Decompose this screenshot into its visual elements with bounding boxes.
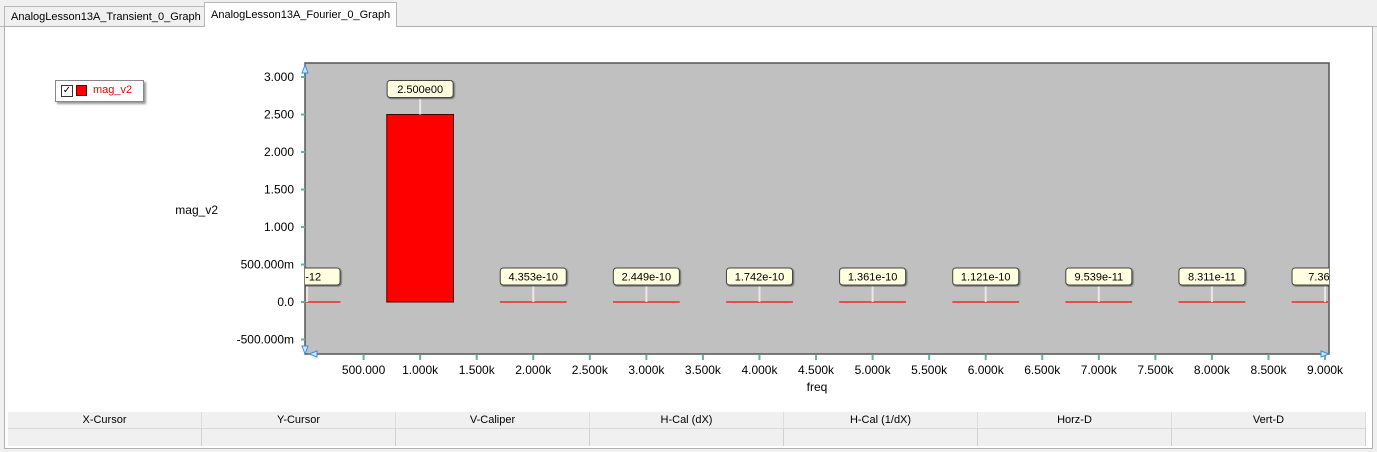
data-label: 1.121e-10 <box>961 272 1011 284</box>
x-tick-label: 4.500k <box>798 363 835 377</box>
y-tick-label: 500.000m <box>241 258 294 272</box>
y-tick-label: 3.000 <box>264 70 294 84</box>
cursor-value-cell <box>978 429 1172 446</box>
x-tick-label: 9.000k <box>1307 363 1344 377</box>
y-axis-label: mag_v2 <box>175 203 218 217</box>
legend-checkbox[interactable]: ✓ <box>61 85 73 97</box>
cursor-value-cell <box>396 429 590 446</box>
graph-panel: 7e-12 2.500e00 4.353e-10 2.449e-10 1.742e-10… <box>4 26 1373 449</box>
cursor-column-header: X-Cursor <box>8 412 202 428</box>
x-tick-label: 8.000k <box>1194 363 1231 377</box>
cursor-value-cell <box>1172 429 1366 446</box>
y-tick-label: -500.000m <box>237 333 294 347</box>
y-tick-label: 1.500 <box>264 183 294 197</box>
cursor-column-header: H-Cal (dX) <box>590 412 784 428</box>
cursor-value-cell <box>784 429 978 446</box>
x-tick-label: 4.000k <box>741 363 778 377</box>
x-tick-label: 6.000k <box>968 363 1005 377</box>
x-tick-label: 5.500k <box>911 363 948 377</box>
cursor-column-header: H-Cal (1/dX) <box>784 412 978 428</box>
y-tick-label: 2.000 <box>264 145 294 159</box>
legend-label: mag_v2 <box>93 84 133 96</box>
x-tick-label: 7.000k <box>1081 363 1118 377</box>
cursor-value-cell <box>590 429 784 446</box>
x-tick-label: 3.500k <box>685 363 722 377</box>
cursor-column-header: Vert-D <box>1172 412 1366 428</box>
cursor-column-header: V-Caliper <box>396 412 590 428</box>
legend: ✓ mag_v2 <box>55 80 144 102</box>
data-label: 9.539e-11 <box>1074 272 1123 284</box>
bar[interactable] <box>386 114 455 303</box>
data-label: 7.368e <box>1308 272 1342 284</box>
x-tick-label: 6.500k <box>1024 363 1061 377</box>
cursor-column-header: Y-Cursor <box>202 412 396 428</box>
cursor-value-cell <box>202 429 396 446</box>
data-label: 7e-12 <box>293 272 321 284</box>
data-label: 2.449e-10 <box>622 272 672 284</box>
fourier-chart[interactable]: 7e-12 2.500e00 4.353e-10 2.449e-10 1.742e-10… <box>8 28 1369 411</box>
x-tick-label: 8.500k <box>1250 363 1287 377</box>
y-tick-label: 0.0 <box>277 295 294 309</box>
x-tick-label: 7.500k <box>1137 363 1174 377</box>
x-tick-label: 2.000k <box>515 363 552 377</box>
y-tick-label: 1.000 <box>264 220 294 234</box>
data-label: 8.311e-11 <box>1188 272 1236 284</box>
x-tick-label: 500.000 <box>342 363 386 377</box>
data-label: 4.353e-10 <box>508 272 558 284</box>
data-label: 1.361e-10 <box>848 272 898 284</box>
data-label: 2.500e00 <box>397 84 443 96</box>
x-axis-label: freq <box>807 380 828 394</box>
graph-area: 7e-12 2.500e00 4.353e-10 2.449e-10 1.742e-10… <box>8 28 1369 411</box>
x-tick-label: 3.000k <box>628 363 665 377</box>
tab-bar: AnalogLesson13A_Transient_0_Graph Analog… <box>0 0 1377 27</box>
tab-transient-graph[interactable]: AnalogLesson13A_Transient_0_Graph <box>4 6 208 27</box>
tab-fourier-graph[interactable]: AnalogLesson13A_Fourier_0_Graph <box>204 2 398 27</box>
cursor-table: X-Cursor Y-Cursor V-Caliper H-Cal (dX) H-Cal… <box>8 412 1366 446</box>
x-tick-label: 1.000k <box>402 363 439 377</box>
table-divider <box>8 428 1366 429</box>
x-tick-label: 1.500k <box>459 363 496 377</box>
x-tick-label: 2.500k <box>572 363 609 377</box>
legend-color-swatch <box>76 85 87 96</box>
cursor-value-cell <box>8 429 202 446</box>
cursor-column-header: Horz-D <box>978 412 1172 428</box>
y-tick-label: 2.500 <box>264 108 294 122</box>
x-tick-label: 5.000k <box>855 363 892 377</box>
plot-area[interactable] <box>304 62 1330 355</box>
data-label: 1.742e-10 <box>735 272 785 284</box>
